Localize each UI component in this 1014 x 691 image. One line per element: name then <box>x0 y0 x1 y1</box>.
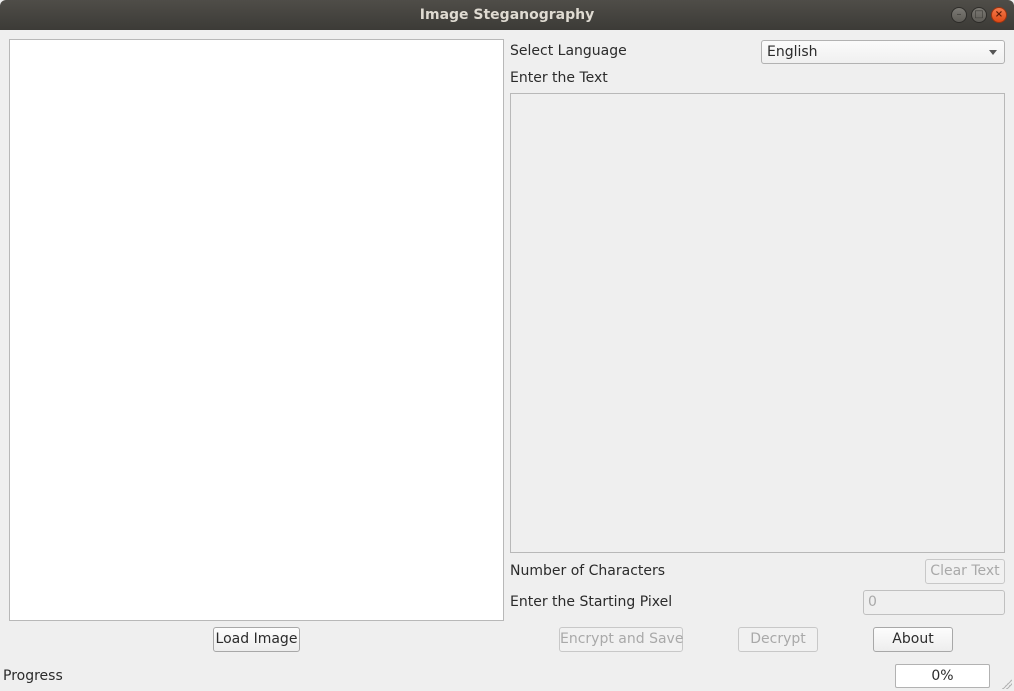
starting-pixel-input[interactable]: 0 <box>863 590 1005 615</box>
maximize-icon[interactable]: □ <box>971 7 987 23</box>
enter-text-label: Enter the Text <box>510 70 608 86</box>
decrypt-button[interactable]: Decrypt <box>738 627 818 652</box>
window-titlebar[interactable]: Image Steganography – □ × <box>0 0 1014 30</box>
message-textarea[interactable] <box>510 93 1005 553</box>
resize-grip-icon[interactable] <box>1002 679 1012 689</box>
about-button[interactable]: About <box>873 627 953 652</box>
progress-label: Progress <box>3 668 63 684</box>
progress-bar: 0% <box>895 664 990 688</box>
window-title: Image Steganography <box>419 7 595 23</box>
select-language-label: Select Language <box>510 43 627 59</box>
progress-value: 0% <box>931 668 954 684</box>
starting-pixel-label: Enter the Starting Pixel <box>510 594 673 610</box>
close-icon[interactable]: × <box>991 7 1007 23</box>
minimize-icon[interactable]: – <box>951 7 967 23</box>
encrypt-and-save-button[interactable]: Encrypt and Save <box>559 627 683 652</box>
number-of-characters-label: Number of Characters <box>510 563 666 579</box>
image-preview-panel <box>9 39 504 621</box>
language-select[interactable]: English <box>761 40 1005 64</box>
clear-text-button[interactable]: Clear Text <box>925 559 1005 584</box>
language-select-value: English <box>767 44 818 60</box>
chevron-down-icon <box>989 50 997 55</box>
load-image-button[interactable]: Load Image <box>213 627 300 652</box>
